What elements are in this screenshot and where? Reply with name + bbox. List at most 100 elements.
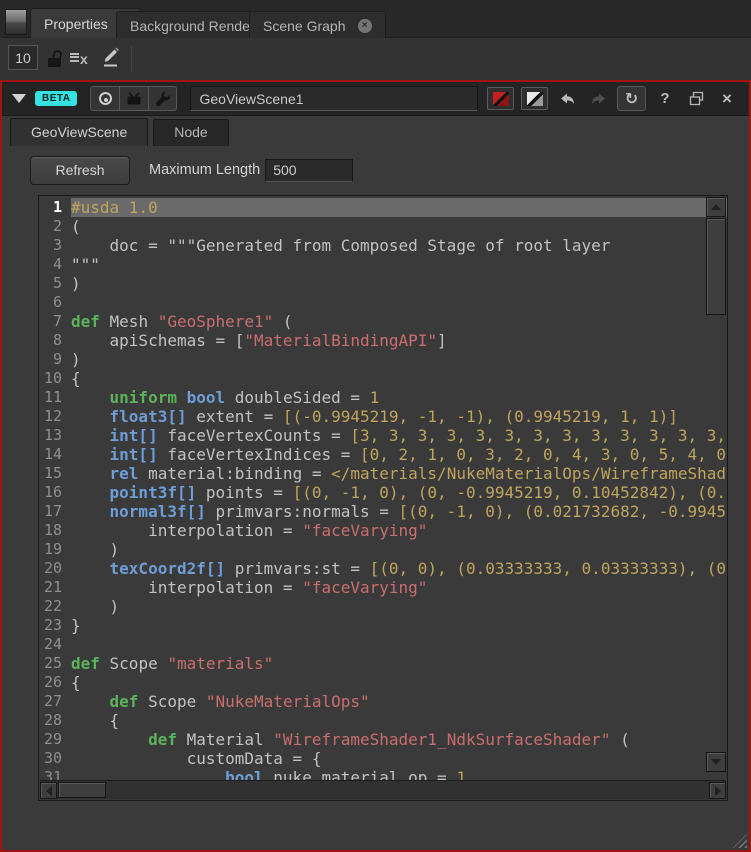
scroll-up-button[interactable] — [706, 197, 726, 217]
line-number: 5 — [39, 274, 71, 293]
code-line: 25def Scope "materials" — [39, 654, 727, 673]
wrench-icon — [156, 91, 170, 107]
refresh-button[interactable]: Refresh — [30, 156, 130, 185]
code-line: 2( — [39, 217, 727, 236]
beta-badge: BETA — [35, 91, 77, 106]
line-number: 7 — [39, 312, 71, 331]
node-name-field[interactable] — [190, 86, 478, 111]
line-number: 2 — [39, 217, 71, 236]
settings-wrench-button[interactable] — [148, 86, 177, 111]
undo-arrow-icon — [560, 93, 575, 105]
close-all-panels-icon[interactable]: x — [70, 51, 96, 67]
horizontal-scrollbar-thumb[interactable] — [58, 782, 106, 798]
code-line: 29 def Material "WireframeShader1_NdkSur… — [39, 730, 727, 749]
gl-color-swatch-button[interactable] — [521, 87, 548, 110]
scroll-right-button[interactable] — [709, 782, 726, 799]
code-line: 8 apiSchemas = ["MaterialBindingAPI"] — [39, 331, 727, 350]
code-line: 1#usda 1.0 — [39, 198, 727, 217]
line-number: 24 — [39, 635, 71, 654]
node-properties-panel: BETA — [0, 80, 751, 852]
line-number: 20 — [39, 559, 71, 578]
pane-menu-icon[interactable] — [5, 9, 27, 35]
horizontal-scrollbar[interactable] — [40, 780, 726, 799]
code-line: 3 doc = """Generated from Composed Stage… — [39, 236, 727, 255]
code-line: 11 uniform bool doubleSided = 1 — [39, 388, 727, 407]
code-text: { — [71, 369, 727, 388]
code-line: 28 { — [39, 711, 727, 730]
header-right-icons: ↻ ? × — [487, 86, 739, 111]
maximum-length-input[interactable] — [265, 159, 353, 182]
red-color-swatch-icon — [493, 92, 509, 106]
line-number: 21 — [39, 578, 71, 597]
line-number: 14 — [39, 445, 71, 464]
code-line: 7def Mesh "GeoSphere1" ( — [39, 312, 727, 331]
tab-label: Properties — [44, 16, 108, 32]
tab-geoviewscene[interactable]: GeoViewScene — [10, 118, 148, 146]
scroll-down-button[interactable] — [706, 752, 726, 772]
code-text: """ — [71, 255, 727, 274]
close-icon: × — [722, 90, 732, 107]
code-text: customData = { — [71, 749, 727, 768]
code-text: interpolation = "faceVarying" — [71, 578, 727, 597]
code-text: def Mesh "GeoSphere1" ( — [71, 312, 727, 331]
code-line: 13 int[] faceVertexCounts = [3, 3, 3, 3,… — [39, 426, 727, 445]
code-text: interpolation = "faceVarying" — [71, 521, 727, 540]
lock-icon[interactable] — [47, 48, 65, 68]
line-number: 4 — [39, 255, 71, 274]
tab-scene-graph[interactable]: Scene Graph × — [249, 11, 386, 39]
undo-button[interactable] — [555, 87, 579, 110]
code-line: 12 float3[] extent = [(-0.9945219, -1, -… — [39, 407, 727, 426]
code-text: ) — [71, 274, 727, 293]
code-line: 20 texCoord2f[] primvars:st = [(0, 0), (… — [39, 559, 727, 578]
code-text: texCoord2f[] primvars:st = [(0, 0), (0.0… — [71, 559, 727, 578]
collapse-triangle-icon[interactable] — [12, 94, 26, 103]
node-display-button[interactable] — [119, 86, 148, 111]
close-tab-icon[interactable]: × — [358, 19, 372, 33]
code-text: int[] faceVertexIndices = [0, 2, 1, 0, 3… — [71, 445, 727, 464]
center-node-button[interactable] — [90, 86, 119, 111]
code-line: 18 interpolation = "faceVarying" — [39, 521, 727, 540]
revert-button[interactable]: ↻ — [617, 86, 646, 111]
line-number: 22 — [39, 597, 71, 616]
redo-button[interactable] — [586, 87, 610, 110]
help-button[interactable]: ? — [653, 87, 677, 110]
node-color-swatch-button[interactable] — [487, 87, 514, 110]
code-text: def Scope "materials" — [71, 654, 727, 673]
vertical-scrollbar-thumb[interactable] — [706, 218, 726, 315]
float-window-button[interactable] — [684, 87, 708, 110]
float-window-icon — [689, 91, 704, 106]
white-color-swatch-icon — [527, 92, 543, 106]
scroll-left-button[interactable] — [40, 782, 57, 799]
tab-node[interactable]: Node — [153, 119, 228, 146]
usd-code-editor[interactable]: 1#usda 1.02(3 doc = """Generated from Co… — [38, 195, 728, 801]
code-text: int[] faceVertexCounts = [3, 3, 3, 3, 3,… — [71, 426, 727, 445]
code-text: point3f[] points = [(0, -1, 0), (0, -0.9… — [71, 483, 727, 502]
resize-grip[interactable] — [733, 834, 747, 848]
code-line: 9) — [39, 350, 727, 369]
line-number: 26 — [39, 673, 71, 692]
code-text: normal3f[] primvars:normals = [(0, -1, 0… — [71, 502, 727, 521]
line-number: 17 — [39, 502, 71, 521]
line-number: 12 — [39, 407, 71, 426]
code-text — [71, 293, 727, 312]
code-line: 14 int[] faceVertexIndices = [0, 2, 1, 0… — [39, 445, 727, 464]
line-number: 6 — [39, 293, 71, 312]
code-text: apiSchemas = ["MaterialBindingAPI"] — [71, 331, 727, 350]
toolbar-separator — [131, 46, 132, 72]
controls-row: Refresh Maximum Length — [2, 146, 749, 194]
node-panel-header: BETA — [2, 82, 749, 116]
max-panels-input[interactable] — [8, 45, 38, 70]
code-line: 30 customData = { — [39, 749, 727, 768]
line-number: 11 — [39, 388, 71, 407]
line-number: 8 — [39, 331, 71, 350]
node-panel-tabs: GeoViewScene Node — [10, 117, 229, 146]
code-line: 4""" — [39, 255, 727, 274]
code-line: 16 point3f[] points = [(0, -1, 0), (0, -… — [39, 483, 727, 502]
tab-label: Background Renders — [130, 18, 262, 34]
code-line: 27 def Scope "NukeMaterialOps" — [39, 692, 727, 711]
header-button-group — [90, 86, 177, 111]
close-panel-button[interactable]: × — [715, 87, 739, 110]
window-tab-bar: Properties × Background Renders × Scene … — [0, 0, 751, 38]
edit-pencil-icon[interactable] — [100, 46, 120, 70]
vertical-scrollbar[interactable] — [706, 197, 726, 772]
